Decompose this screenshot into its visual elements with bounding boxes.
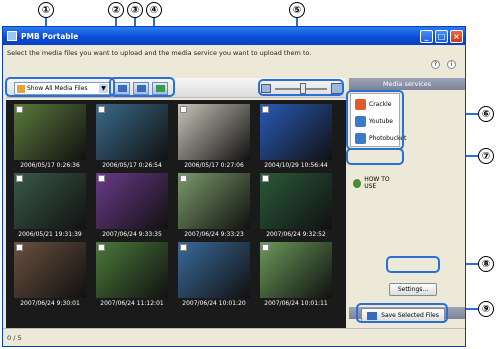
thumbnail-caption: 2006/05/21 19:31:39 (18, 231, 82, 238)
callout-2: ② (108, 2, 124, 18)
highlight-services (346, 90, 404, 150)
highlight-settings (386, 256, 440, 273)
photo-image (260, 242, 332, 298)
callout-9: ⑨ (478, 301, 494, 317)
media-grid: 2006/05/17 0:26:36 2006/05/17 0:26:54 2006… (6, 100, 346, 328)
window-title: PMB Portable (21, 31, 79, 41)
photo-image (14, 104, 86, 160)
select-checkbox[interactable] (180, 244, 187, 251)
select-checkbox[interactable] (262, 244, 269, 251)
select-checkbox[interactable] (262, 106, 269, 113)
photo-image (96, 104, 168, 160)
media-thumbnail[interactable] (178, 104, 250, 160)
media-thumbnail[interactable] (96, 173, 168, 229)
highlight-zoom (258, 79, 344, 96)
select-checkbox[interactable] (98, 106, 105, 113)
photo-image (96, 173, 168, 229)
select-checkbox[interactable] (16, 244, 23, 251)
callout-5: ⑤ (289, 2, 305, 18)
callout-4: ④ (146, 2, 162, 18)
highlight-filter (5, 77, 115, 97)
minimize-button[interactable]: _ (420, 29, 433, 43)
thumbnail-caption: 2004/10/29 10:56:44 (264, 162, 328, 169)
photo-image (96, 242, 168, 298)
select-checkbox[interactable] (98, 175, 105, 182)
callout-8: ⑧ (478, 256, 494, 272)
photo-image (260, 104, 332, 160)
close-button[interactable]: × (450, 29, 463, 43)
select-checkbox[interactable] (180, 106, 187, 113)
globe-icon (353, 178, 362, 188)
title-bar: PMB Portable _ □ × (3, 27, 465, 45)
pmb-portable-window: PMB Portable _ □ × Select the media file… (2, 26, 466, 347)
info-icon[interactable]: i (447, 60, 456, 69)
media-thumbnail[interactable] (14, 104, 86, 160)
status-bar: 0 / 5 (3, 328, 465, 346)
photo-image (14, 242, 86, 298)
thumbnail-caption: 2007/06/24 10:01:11 (264, 300, 328, 307)
select-checkbox[interactable] (98, 244, 105, 251)
media-thumbnail[interactable] (14, 173, 86, 229)
thumbnail-caption: 2007/06/24 9:32:52 (266, 231, 326, 238)
thumbnail-caption: 2006/05/17 0:26:54 (102, 162, 162, 169)
callout-3: ③ (127, 2, 143, 18)
select-checkbox[interactable] (16, 175, 23, 182)
how-to-use-link[interactable]: HOW TO USE (350, 176, 400, 190)
thumbnail-caption: 2007/06/24 10:01:20 (182, 300, 246, 307)
select-checkbox[interactable] (16, 106, 23, 113)
maximize-button[interactable]: □ (435, 29, 448, 43)
highlight-how-to-use (346, 148, 404, 165)
select-checkbox[interactable] (180, 175, 187, 182)
thumbnail-caption: 2006/05/17 0:27:06 (184, 162, 244, 169)
highlight-save (356, 303, 448, 323)
media-thumbnail[interactable] (96, 242, 168, 298)
select-checkbox[interactable] (262, 175, 269, 182)
media-thumbnail[interactable] (96, 104, 168, 160)
thumbnail-caption: 2007/06/24 9:30:01 (20, 300, 80, 307)
thumbnail-caption: 2007/06/24 11:12:01 (100, 300, 164, 307)
thumbnail-caption: 2007/06/24 9:33:23 (184, 231, 244, 238)
instruction-text: Select the media files you want to uploa… (7, 49, 312, 57)
media-thumbnail[interactable] (260, 242, 332, 298)
callout-7: ⑦ (478, 148, 494, 164)
photo-image (178, 104, 250, 160)
help-icon[interactable]: ? (431, 60, 440, 69)
thumbnail-caption: 2006/05/17 0:26:36 (20, 162, 80, 169)
photo-image (260, 173, 332, 229)
media-services-header: Media services (349, 78, 465, 90)
callout-1: ① (38, 2, 54, 18)
media-thumbnail[interactable] (14, 242, 86, 298)
settings-button[interactable]: Settings... (389, 283, 437, 296)
media-thumbnail[interactable] (260, 173, 332, 229)
how-to-use-label: HOW TO USE (364, 176, 390, 190)
media-thumbnail[interactable] (178, 242, 250, 298)
app-icon (7, 31, 17, 41)
media-thumbnail[interactable] (260, 104, 332, 160)
highlight-toolbar-buttons (109, 77, 175, 97)
selection-count: 0 / 5 (7, 334, 22, 342)
photo-image (178, 173, 250, 229)
photo-image (14, 173, 86, 229)
thumbnail-caption: 2007/06/24 9:33:35 (102, 231, 162, 238)
callout-6: ⑥ (478, 106, 494, 122)
photo-image (178, 242, 250, 298)
media-thumbnail[interactable] (178, 173, 250, 229)
